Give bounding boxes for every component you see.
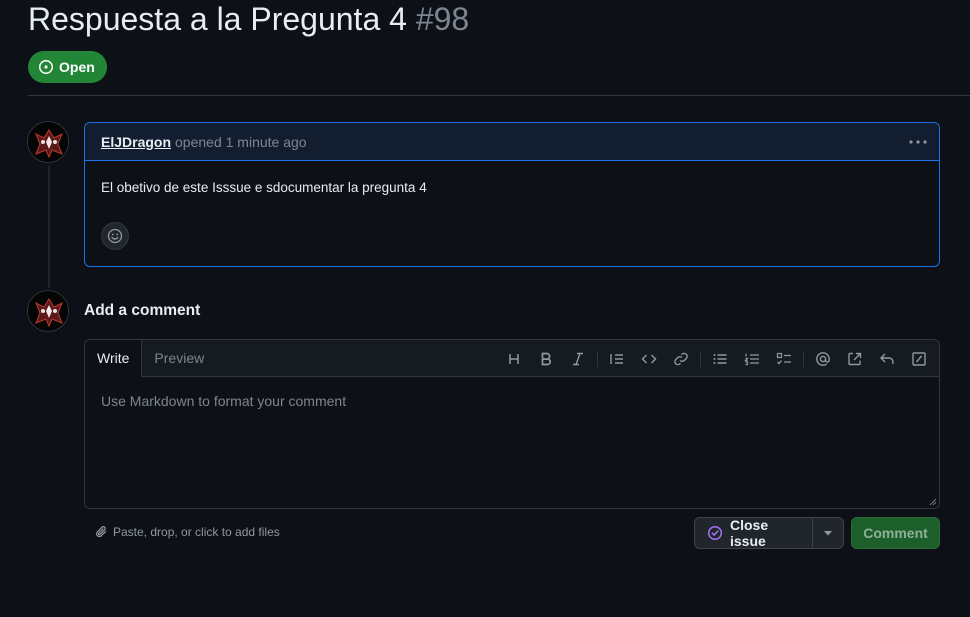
status-badge: Open [28, 51, 107, 83]
editor-toolbar: Write Preview [85, 340, 939, 377]
quote-icon[interactable] [601, 340, 633, 377]
comment-textarea[interactable] [85, 377, 939, 508]
add-comment-heading: Add a comment [84, 302, 201, 319]
add-reaction-button[interactable] [101, 222, 129, 250]
comment-timestamp[interactable]: opened 1 minute ago [175, 134, 307, 150]
issue-title-text: Respuesta a la Pregunta 4 [28, 1, 407, 37]
close-issue-button[interactable]: Close issue [695, 518, 813, 548]
close-issue-label: Close issue [730, 517, 769, 549]
issue-comment: ElJDragon opened 1 minute ago El obetivo… [84, 122, 940, 267]
current-user-avatar[interactable] [27, 290, 69, 332]
close-issue-button-group: Close issue [694, 517, 844, 549]
file-attachment-area[interactable]: Paste, drop, or click to add files [95, 525, 280, 539]
link-icon[interactable] [665, 340, 697, 377]
task-list-icon[interactable] [768, 340, 800, 377]
issue-opened-icon [38, 59, 54, 75]
comment-button[interactable]: Comment [851, 517, 940, 549]
close-options-dropdown[interactable] [813, 518, 843, 548]
author-link[interactable]: ElJDragon [101, 134, 171, 150]
tab-write[interactable]: Write [85, 340, 143, 377]
timeline-line [48, 166, 50, 288]
issue-title: Respuesta a la Pregunta 4 #98 [28, 0, 469, 38]
smiley-icon [107, 228, 123, 244]
tab-preview[interactable]: Preview [142, 340, 216, 376]
author-avatar[interactable] [27, 121, 69, 163]
issue-closed-icon [707, 525, 723, 541]
numbered-list-icon[interactable] [736, 340, 768, 377]
toolbar-divider [803, 350, 804, 367]
italic-icon[interactable] [562, 340, 594, 377]
comment-header: ElJDragon opened 1 minute ago [85, 123, 939, 161]
issue-number: #98 [415, 1, 470, 37]
markdown-tools [498, 340, 935, 377]
resize-handle-icon[interactable] [929, 498, 937, 506]
mention-icon[interactable] [807, 340, 839, 377]
heading-icon[interactable] [498, 340, 530, 377]
slash-commands-icon[interactable] [903, 340, 935, 377]
paperclip-icon [95, 525, 109, 539]
cross-reference-icon[interactable] [839, 340, 871, 377]
header-divider [28, 95, 970, 96]
toolbar-divider [597, 350, 598, 367]
triangle-down-icon [823, 530, 833, 536]
toolbar-divider [700, 350, 701, 367]
bold-icon[interactable] [530, 340, 562, 377]
status-label: Open [59, 59, 95, 75]
attach-label: Paste, drop, or click to add files [113, 525, 280, 539]
kebab-horizontal-icon[interactable] [907, 131, 929, 153]
saved-replies-icon[interactable] [871, 340, 903, 377]
code-icon[interactable] [633, 340, 665, 377]
comment-body: El obetivo de este Isssue e sdocumentar … [101, 180, 427, 195]
bulleted-list-icon[interactable] [704, 340, 736, 377]
comment-editor: Write Preview [84, 339, 940, 509]
